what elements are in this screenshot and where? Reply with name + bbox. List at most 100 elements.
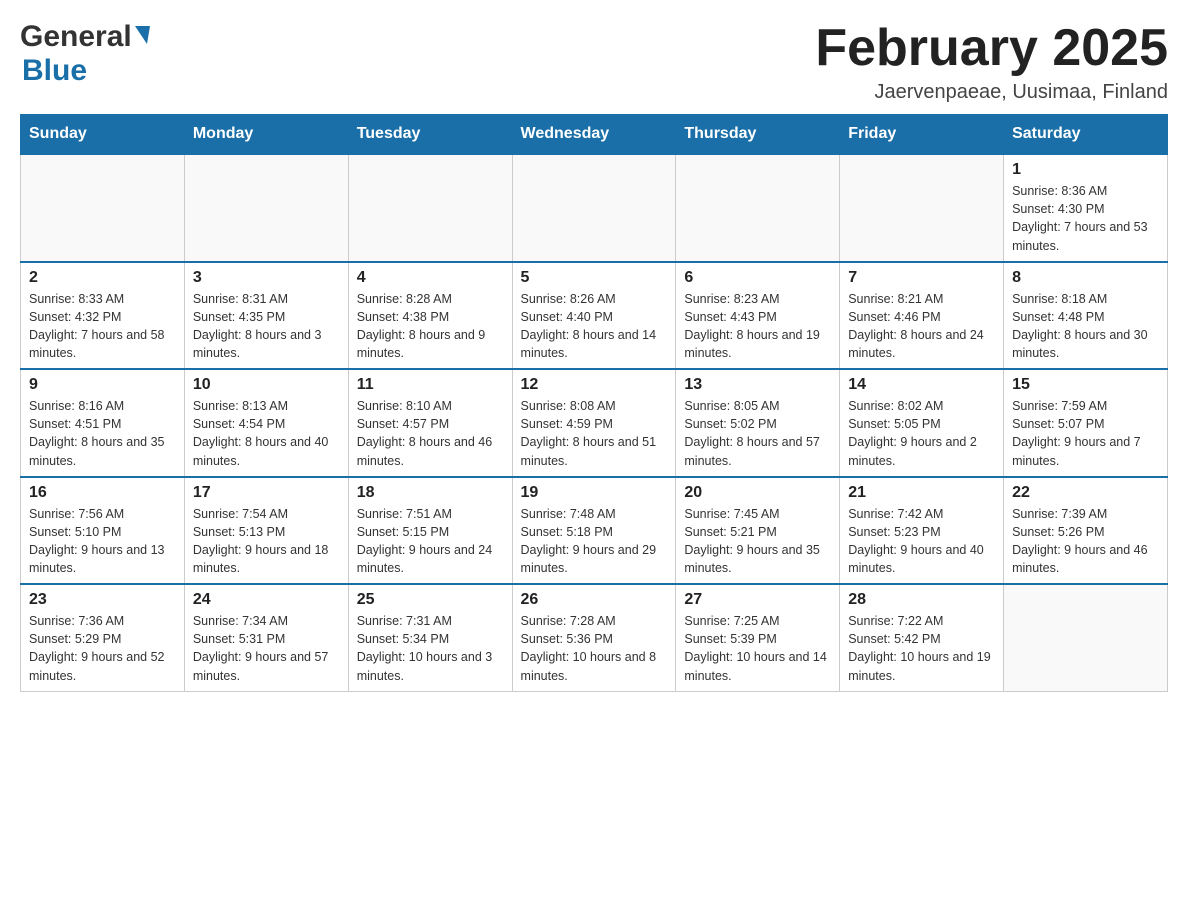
day-info: Sunrise: 8:16 AMSunset: 4:51 PMDaylight:… [29, 397, 176, 470]
calendar-cell: 17 Sunrise: 7:54 AMSunset: 5:13 PMDayligh… [184, 477, 348, 585]
calendar-cell: 19Sunrise: 7:48 AMSunset: 5:18 PMDayligh… [512, 477, 676, 585]
day-number: 1 [1012, 161, 1159, 179]
day-info: Sunrise: 7:45 AMSunset: 5:21 PMDaylight:… [684, 505, 831, 578]
weekday-header-friday: Friday [840, 115, 1004, 155]
day-info: Sunrise: 7:25 AMSunset: 5:39 PMDaylight:… [684, 612, 831, 685]
location-text: Jaervenpaeae, Uusimaa, Finland [815, 81, 1168, 104]
calendar-week-row: 1 Sunrise: 8:36 AMSunset: 4:30 PMDaylight… [21, 154, 1168, 262]
weekday-header-thursday: Thursday [676, 115, 840, 155]
day-info: Sunrise: 7:28 AMSunset: 5:36 PMDaylight:… [521, 612, 668, 685]
calendar-cell: 27 Sunrise: 7:25 AMSunset: 5:39 PMDayligh… [676, 584, 840, 691]
calendar-header: SundayMondayTuesdayWednesdayThursdayFrid… [21, 115, 1168, 155]
calendar-cell: 5Sunrise: 8:26 AMSunset: 4:40 PMDaylight… [512, 262, 676, 370]
weekday-header-wednesday: Wednesday [512, 115, 676, 155]
logo-general-text: General [20, 20, 132, 54]
day-info: Sunrise: 8:21 AMSunset: 4:46 PMDaylight:… [848, 290, 995, 363]
calendar-cell: 23Sunrise: 7:36 AMSunset: 5:29 PMDayligh… [21, 584, 185, 691]
calendar-cell: 8Sunrise: 8:18 AMSunset: 4:48 PMDaylight… [1004, 262, 1168, 370]
page-header: General Blue February 2025 Jaervenpaeae,… [20, 20, 1168, 104]
day-info: Sunrise: 8:02 AMSunset: 5:05 PMDaylight:… [848, 397, 995, 470]
day-number: 20 [684, 484, 831, 502]
calendar-cell: 11 Sunrise: 8:10 AMSunset: 4:57 PMDayligh… [348, 369, 512, 477]
calendar-cell: 9 Sunrise: 8:16 AMSunset: 4:51 PMDaylight… [21, 369, 185, 477]
calendar-cell: 4 Sunrise: 8:28 AMSunset: 4:38 PMDaylight… [348, 262, 512, 370]
day-info: Sunrise: 7:39 AMSunset: 5:26 PMDaylight:… [1012, 505, 1159, 578]
day-number: 28 [848, 591, 995, 609]
calendar-week-row: 23Sunrise: 7:36 AMSunset: 5:29 PMDayligh… [21, 584, 1168, 691]
day-info: Sunrise: 7:56 AMSunset: 5:10 PMDaylight:… [29, 505, 176, 578]
calendar-cell [840, 154, 1004, 262]
day-number: 13 [684, 376, 831, 394]
calendar-cell [348, 154, 512, 262]
calendar-cell: 18Sunrise: 7:51 AMSunset: 5:15 PMDayligh… [348, 477, 512, 585]
day-number: 22 [1012, 484, 1159, 502]
day-info: Sunrise: 8:13 AMSunset: 4:54 PMDaylight:… [193, 397, 340, 470]
calendar-cell: 25 Sunrise: 7:31 AMSunset: 5:34 PMDayligh… [348, 584, 512, 691]
calendar-cell: 14Sunrise: 8:02 AMSunset: 5:05 PMDayligh… [840, 369, 1004, 477]
day-number: 26 [521, 591, 668, 609]
calendar-cell: 22 Sunrise: 7:39 AMSunset: 5:26 PMDayligh… [1004, 477, 1168, 585]
day-number: 27 [684, 591, 831, 609]
weekday-header-saturday: Saturday [1004, 115, 1168, 155]
calendar-cell: 2Sunrise: 8:33 AMSunset: 4:32 PMDaylight… [21, 262, 185, 370]
calendar-cell: 16 Sunrise: 7:56 AMSunset: 5:10 PMDayligh… [21, 477, 185, 585]
weekday-header-row: SundayMondayTuesdayWednesdayThursdayFrid… [21, 115, 1168, 155]
calendar-cell: 10Sunrise: 8:13 AMSunset: 4:54 PMDayligh… [184, 369, 348, 477]
day-number: 4 [357, 269, 504, 287]
calendar-cell: 21 Sunrise: 7:42 AMSunset: 5:23 PMDayligh… [840, 477, 1004, 585]
day-info: Sunrise: 8:26 AMSunset: 4:40 PMDaylight:… [521, 290, 668, 363]
day-number: 7 [848, 269, 995, 287]
day-info: Sunrise: 8:10 AMSunset: 4:57 PMDaylight:… [357, 397, 504, 470]
day-number: 23 [29, 591, 176, 609]
day-number: 15 [1012, 376, 1159, 394]
calendar-cell: 28 Sunrise: 7:22 AMSunset: 5:42 PMDayligh… [840, 584, 1004, 691]
calendar-cell [184, 154, 348, 262]
day-number: 6 [684, 269, 831, 287]
day-info: Sunrise: 8:36 AMSunset: 4:30 PMDaylight:… [1012, 182, 1159, 255]
calendar-cell: 6 Sunrise: 8:23 AMSunset: 4:43 PMDaylight… [676, 262, 840, 370]
calendar-cell: 7 Sunrise: 8:21 AMSunset: 4:46 PMDaylight… [840, 262, 1004, 370]
calendar-cell [21, 154, 185, 262]
calendar-body: 1 Sunrise: 8:36 AMSunset: 4:30 PMDaylight… [21, 154, 1168, 691]
calendar-cell [1004, 584, 1168, 691]
calendar-cell: 20 Sunrise: 7:45 AMSunset: 5:21 PMDayligh… [676, 477, 840, 585]
calendar-cell: 15 Sunrise: 7:59 AMSunset: 5:07 PMDayligh… [1004, 369, 1168, 477]
day-info: Sunrise: 8:08 AMSunset: 4:59 PMDaylight:… [521, 397, 668, 470]
day-number: 8 [1012, 269, 1159, 287]
day-info: Sunrise: 7:42 AMSunset: 5:23 PMDaylight:… [848, 505, 995, 578]
day-number: 17 [193, 484, 340, 502]
day-info: Sunrise: 7:59 AMSunset: 5:07 PMDaylight:… [1012, 397, 1159, 470]
day-number: 21 [848, 484, 995, 502]
logo: General Blue [20, 20, 150, 88]
day-number: 19 [521, 484, 668, 502]
day-number: 25 [357, 591, 504, 609]
weekday-header-sunday: Sunday [21, 115, 185, 155]
day-number: 3 [193, 269, 340, 287]
day-info: Sunrise: 7:54 AMSunset: 5:13 PMDaylight:… [193, 505, 340, 578]
day-info: Sunrise: 7:31 AMSunset: 5:34 PMDaylight:… [357, 612, 504, 685]
logo-triangle-icon [135, 26, 150, 44]
day-info: Sunrise: 7:51 AMSunset: 5:15 PMDaylight:… [357, 505, 504, 578]
day-info: Sunrise: 7:22 AMSunset: 5:42 PMDaylight:… [848, 612, 995, 685]
logo-blue-text: Blue [22, 54, 87, 88]
day-info: Sunrise: 8:28 AMSunset: 4:38 PMDaylight:… [357, 290, 504, 363]
day-number: 12 [521, 376, 668, 394]
day-info: Sunrise: 7:34 AMSunset: 5:31 PMDaylight:… [193, 612, 340, 685]
calendar-cell: 13 Sunrise: 8:05 AMSunset: 5:02 PMDayligh… [676, 369, 840, 477]
calendar-cell: 24Sunrise: 7:34 AMSunset: 5:31 PMDayligh… [184, 584, 348, 691]
calendar-cell [676, 154, 840, 262]
day-info: Sunrise: 8:31 AMSunset: 4:35 PMDaylight:… [193, 290, 340, 363]
calendar-table: SundayMondayTuesdayWednesdayThursdayFrid… [20, 114, 1168, 692]
day-number: 16 [29, 484, 176, 502]
title-block: February 2025 Jaervenpaeae, Uusimaa, Fin… [815, 20, 1168, 104]
weekday-header-monday: Monday [184, 115, 348, 155]
calendar-cell: 3 Sunrise: 8:31 AMSunset: 4:35 PMDaylight… [184, 262, 348, 370]
day-number: 11 [357, 376, 504, 394]
day-info: Sunrise: 8:23 AMSunset: 4:43 PMDaylight:… [684, 290, 831, 363]
day-number: 9 [29, 376, 176, 394]
day-number: 2 [29, 269, 176, 287]
calendar-week-row: 16 Sunrise: 7:56 AMSunset: 5:10 PMDayligh… [21, 477, 1168, 585]
day-info: Sunrise: 8:05 AMSunset: 5:02 PMDaylight:… [684, 397, 831, 470]
calendar-cell: 26 Sunrise: 7:28 AMSunset: 5:36 PMDayligh… [512, 584, 676, 691]
calendar-cell [512, 154, 676, 262]
